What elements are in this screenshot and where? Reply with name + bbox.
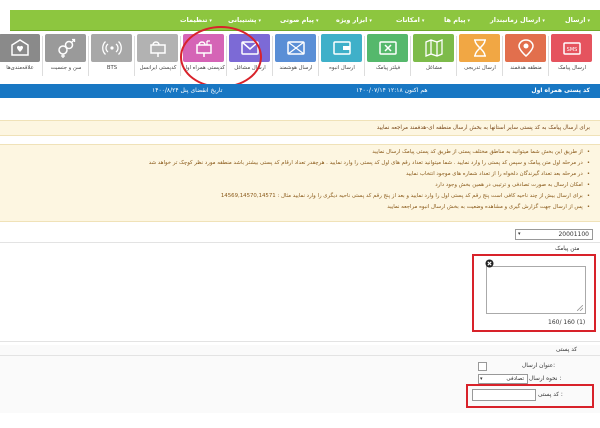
tile-filter-envelope-icon[interactable] xyxy=(367,34,408,62)
nav-send[interactable]: ارسال ▾ xyxy=(565,16,590,24)
tile-separator xyxy=(42,36,43,76)
top-nav: ارسال ▾ ارسال زمانبندار ▾ پیام ها ▾ امکانات… xyxy=(10,10,600,31)
gender-icon xyxy=(57,38,75,58)
instructions-box: از طریق این بخش شما میتوانید به مناطق مخ… xyxy=(0,144,600,222)
envelope-cross-icon xyxy=(286,41,305,55)
tile-heart-envelope-icon[interactable] xyxy=(0,34,40,62)
tile-wallet-icon[interactable] xyxy=(321,34,362,62)
tile-separator xyxy=(548,36,549,76)
heart-envelope-icon xyxy=(10,39,29,56)
panel-expiry: تاریخ انقضای پنل ۱۴۰۰/۸/۲۴ xyxy=(152,87,223,94)
tile-separator xyxy=(364,36,365,76)
send-mode-label: نحوه ارسال : xyxy=(529,376,562,382)
tile-hourglass-icon[interactable] xyxy=(459,34,500,62)
tile-separator xyxy=(134,36,135,76)
send-title-input[interactable] xyxy=(478,362,487,371)
tile-separator xyxy=(410,36,411,76)
page-header-bar: کد پستی همراه اول هم اکنون ۱۲:۱۸ ۱۴۰۰/۰۷… xyxy=(0,84,600,98)
tile-label: علاقه‌مندی‌ها xyxy=(6,65,34,71)
hourglass-icon xyxy=(473,39,486,57)
divider xyxy=(0,355,600,356)
nav-messages[interactable]: پیام ها ▾ xyxy=(444,16,470,24)
tile-gender-icon[interactable] xyxy=(45,34,86,62)
filter-envelope-icon xyxy=(378,41,397,55)
instructions-list: از طریق این بخش شما میتوانید به مناطق مخ… xyxy=(149,149,590,215)
send-mode-select[interactable]: ▾ تصادفی xyxy=(478,374,528,384)
nav-features[interactable]: امکانات ▾ xyxy=(396,16,424,24)
tile-location-pin-icon[interactable] xyxy=(505,34,546,62)
chevron-down-icon: ▾ xyxy=(480,376,483,382)
highlight-ellipse xyxy=(180,26,262,88)
notice-text: برای ارسال پیامک به کد پستی سایر استانها… xyxy=(376,125,590,131)
instruction-item: در مرحله اول متن پیامک و سپس کد پستی را … xyxy=(149,160,590,171)
mailbox-gray-icon xyxy=(149,41,166,57)
sms-card-icon: SMS xyxy=(562,42,581,55)
instruction-item: پس از ارسال جهت گزارش گیری و مشاهده وضعی… xyxy=(149,204,590,215)
send-mode-value: تصادفی xyxy=(506,376,524,382)
tile-map-icon[interactable] xyxy=(413,34,454,62)
signal-icon xyxy=(101,41,122,55)
send-title-label: عنوان ارسال: xyxy=(522,363,556,369)
instruction-item: برای ارسال بیش از چند ناحیه کافی است پنج… xyxy=(149,193,590,204)
wallet-icon xyxy=(332,41,351,55)
nav-scheduled[interactable]: ارسال زمانبندار ▾ xyxy=(490,16,545,24)
map-icon xyxy=(424,39,443,57)
highlight-box-postal xyxy=(466,384,594,408)
instruction-item: در مرحله بعد تعداد گیرندگان دلخواه را از… xyxy=(149,171,590,182)
instruction-item: امکان ارسال به صورت تصادفی و ترتیبی در ه… xyxy=(149,182,590,193)
tile-separator xyxy=(456,36,457,76)
chevron-down-icon: ▾ xyxy=(518,231,521,237)
nav-support[interactable]: پشتیبانی ▾ xyxy=(228,16,261,24)
divider xyxy=(0,341,600,342)
tile-separator xyxy=(272,36,273,76)
nav-settings[interactable]: تنظیمات ▾ xyxy=(180,16,212,24)
postal-section-title: کد پستی xyxy=(556,347,578,353)
tile-separator xyxy=(502,36,503,76)
instruction-item: از طریق این بخش شما میتوانید به مناطق مخ… xyxy=(149,149,590,160)
tile-separator xyxy=(318,36,319,76)
divider xyxy=(0,242,600,243)
tile-envelope-cross-icon[interactable] xyxy=(275,34,316,62)
service-tiles: SMS ارسال پیامک منطقه هدفمند ارسال تدریجی مش… xyxy=(0,34,600,80)
nav-voice[interactable]: پیام صوتی ▾ xyxy=(280,16,318,24)
sender-number-value: 20001100 xyxy=(558,231,589,238)
svg-text:SMS: SMS xyxy=(566,47,577,53)
tile-mailbox-gray-icon[interactable] xyxy=(137,34,178,62)
location-pin-icon xyxy=(517,39,534,57)
tile-sms-card-icon[interactable]: SMS xyxy=(551,34,592,62)
highlight-box-message xyxy=(472,254,596,332)
message-label: متن پیامک xyxy=(555,246,580,252)
tile-signal-icon[interactable] xyxy=(91,34,132,62)
nav-special-tools[interactable]: ابزار ویژه ▾ xyxy=(336,16,372,24)
page-title: کد پستی همراه اول xyxy=(531,87,590,94)
sender-number-select[interactable]: ▾ 20001100 xyxy=(515,229,593,240)
tile-separator xyxy=(88,36,89,76)
notice-banner: برای ارسال پیامک به کد پستی سایر استانها… xyxy=(0,120,600,136)
current-time: هم اکنون ۱۲:۱۸ ۱۴۰۰/۰۷/۱۴ xyxy=(356,87,428,94)
